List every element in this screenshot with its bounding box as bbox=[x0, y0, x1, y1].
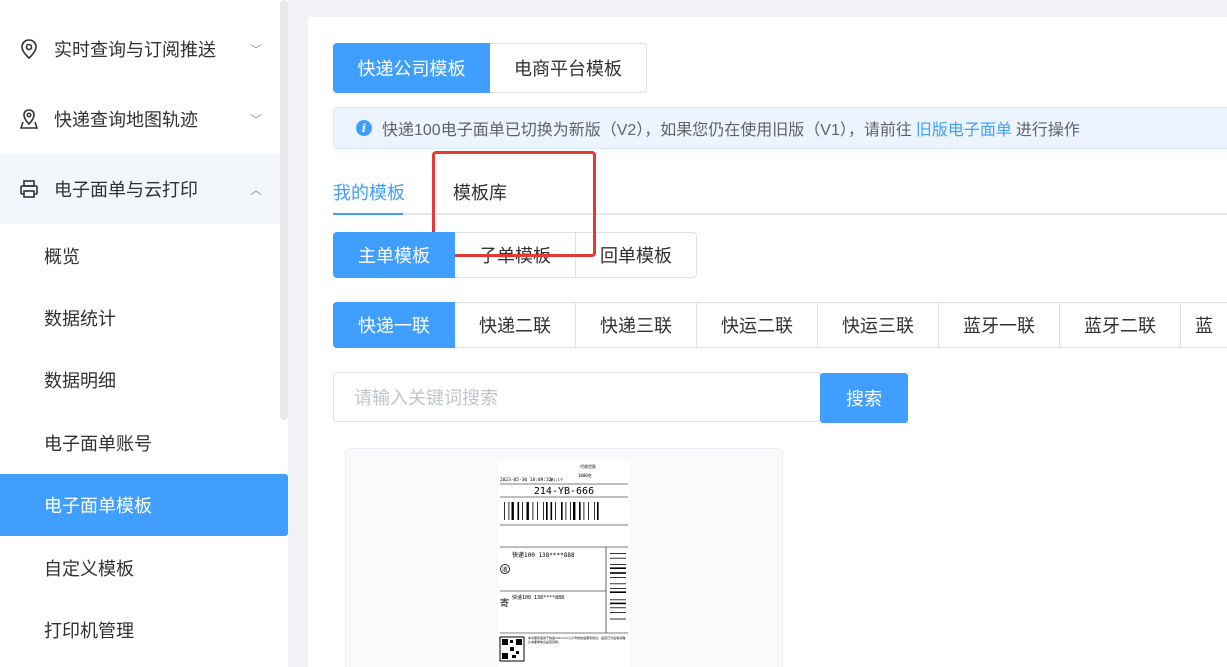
notice-banner: i 快递100电子面单已切换为新版（V2），如果您仍在使用旧版（V1），请前往 … bbox=[333, 107, 1227, 149]
sidebar-scrollbar[interactable] bbox=[280, 0, 288, 420]
tab-ecommerce-templates[interactable]: 电商平台模板 bbox=[489, 43, 647, 93]
preview-header-right: 代收货款 bbox=[580, 463, 596, 469]
preview-sender: 快递100 138****888 bbox=[512, 594, 564, 601]
info-icon: i bbox=[356, 120, 372, 136]
tab-express-2[interactable]: 快递二联 bbox=[454, 302, 576, 348]
tab-express-1[interactable]: 快递一联 bbox=[333, 302, 455, 348]
tab-bluetooth-3[interactable]: 蓝 bbox=[1180, 302, 1227, 348]
chevron-up-icon: ︿ bbox=[250, 182, 263, 197]
tab-sub-order[interactable]: 子单模板 bbox=[454, 232, 576, 278]
active-tab-indicator bbox=[333, 213, 403, 215]
tab-return-order[interactable]: 回单模板 bbox=[575, 232, 697, 278]
tab-main-order[interactable]: 主单模板 bbox=[333, 232, 455, 278]
barcode bbox=[504, 502, 599, 520]
menu-label: 电子面单与云打印 bbox=[54, 180, 198, 200]
preview-receiver-badge: 收 bbox=[502, 566, 508, 574]
notice-text-after: 进行操作 bbox=[1015, 122, 1080, 139]
preview-footer-note: 本次服务适用于快递100.com公众号的快递服务协议，是否已为签收请确认本面单信… bbox=[528, 636, 626, 644]
menu-label: 快递查询地图轨迹 bbox=[54, 110, 198, 130]
sidebar-item-statistics[interactable]: 数据统计 bbox=[0, 287, 288, 349]
qr-code bbox=[499, 636, 525, 662]
sheet-type-tabs: 快递一联 快递二联 快递三联 快运二联 快运三联 蓝牙一联 蓝牙二联 蓝 bbox=[333, 302, 1227, 348]
chevron-down-icon: ﹀ bbox=[250, 112, 263, 127]
template-tabs: 我的模板 模板库 bbox=[333, 169, 1227, 215]
map-pin-icon bbox=[18, 108, 40, 130]
search-button[interactable]: 搜索 bbox=[820, 373, 908, 423]
sidebar-item-overview[interactable]: 概览 bbox=[0, 225, 288, 287]
order-type-tabs: 主单模板 子单模板 回单模板 bbox=[333, 232, 697, 278]
tab-bluetooth-2[interactable]: 蓝牙二联 bbox=[1059, 302, 1181, 348]
sidebar: 实时查询与订阅推送 ﹀ 快递查询地图轨迹 ﹀ 电子面单与云打印 ︿ 概览 数据统… bbox=[0, 0, 288, 667]
tab-freight-3[interactable]: 快运三联 bbox=[817, 302, 939, 348]
sidebar-item-details[interactable]: 数据明细 bbox=[0, 349, 288, 411]
tab-courier-templates[interactable]: 快递公司模板 bbox=[333, 43, 490, 93]
tab-bluetooth-1[interactable]: 蓝牙一联 bbox=[938, 302, 1060, 348]
preview-sender-badge: 寄 bbox=[500, 597, 509, 609]
menu-label: 实时查询与订阅推送 bbox=[54, 40, 216, 60]
legacy-waybill-link[interactable]: 旧版电子面单 bbox=[916, 116, 1012, 140]
sidebar-item-templates[interactable]: 电子面单模板 bbox=[0, 474, 288, 536]
notice-text: 快递100电子面单已切换为新版（V2），如果您仍在使用旧版（V1），请前往 bbox=[382, 122, 912, 139]
tab-my-templates[interactable]: 我的模板 bbox=[333, 179, 405, 205]
chevron-down-icon: ﹀ bbox=[250, 42, 263, 57]
sidebar-item-printers[interactable]: 打印机管理 bbox=[0, 599, 288, 661]
template-card[interactable]: 代收货款 2023-05-30 18:09:32 第1/1个 1000克 214… bbox=[345, 448, 783, 667]
preview-weight: 1000克 bbox=[578, 472, 592, 478]
tab-template-library[interactable]: 模板库 bbox=[453, 179, 507, 205]
preview-date: 2023-05-30 18:09:32 bbox=[500, 477, 552, 483]
search-input[interactable]: 请输入关键词搜索 bbox=[333, 372, 821, 422]
printer-icon bbox=[18, 178, 40, 200]
preview-route-code: 214-YB-666 bbox=[534, 486, 594, 497]
waybill-preview: 代收货款 2023-05-30 18:09:32 第1/1个 1000克 214… bbox=[498, 461, 630, 667]
menu-e-waybill[interactable]: 电子面单与云打印 ︿ bbox=[0, 154, 280, 224]
sidebar-item-custom-templates[interactable]: 自定义模板 bbox=[0, 537, 288, 599]
tab-freight-2[interactable]: 快运二联 bbox=[696, 302, 818, 348]
menu-realtime-query[interactable]: 实时查询与订阅推送 ﹀ bbox=[0, 14, 280, 84]
side-barcode bbox=[610, 553, 626, 620]
template-source-tabs: 快递公司模板 电商平台模板 bbox=[333, 43, 647, 93]
preview-receiver: 快递100 138****888 bbox=[512, 551, 575, 559]
main-panel: 快递公司模板 电商平台模板 i 快递100电子面单已切换为新版（V2），如果您仍… bbox=[308, 17, 1227, 667]
menu-map-track[interactable]: 快递查询地图轨迹 ﹀ bbox=[0, 84, 280, 154]
preview-page: 第1/1个 bbox=[550, 477, 564, 482]
location-pin-icon bbox=[18, 38, 40, 60]
tab-express-3[interactable]: 快递三联 bbox=[575, 302, 697, 348]
sidebar-item-accounts[interactable]: 电子面单账号 bbox=[0, 412, 288, 474]
